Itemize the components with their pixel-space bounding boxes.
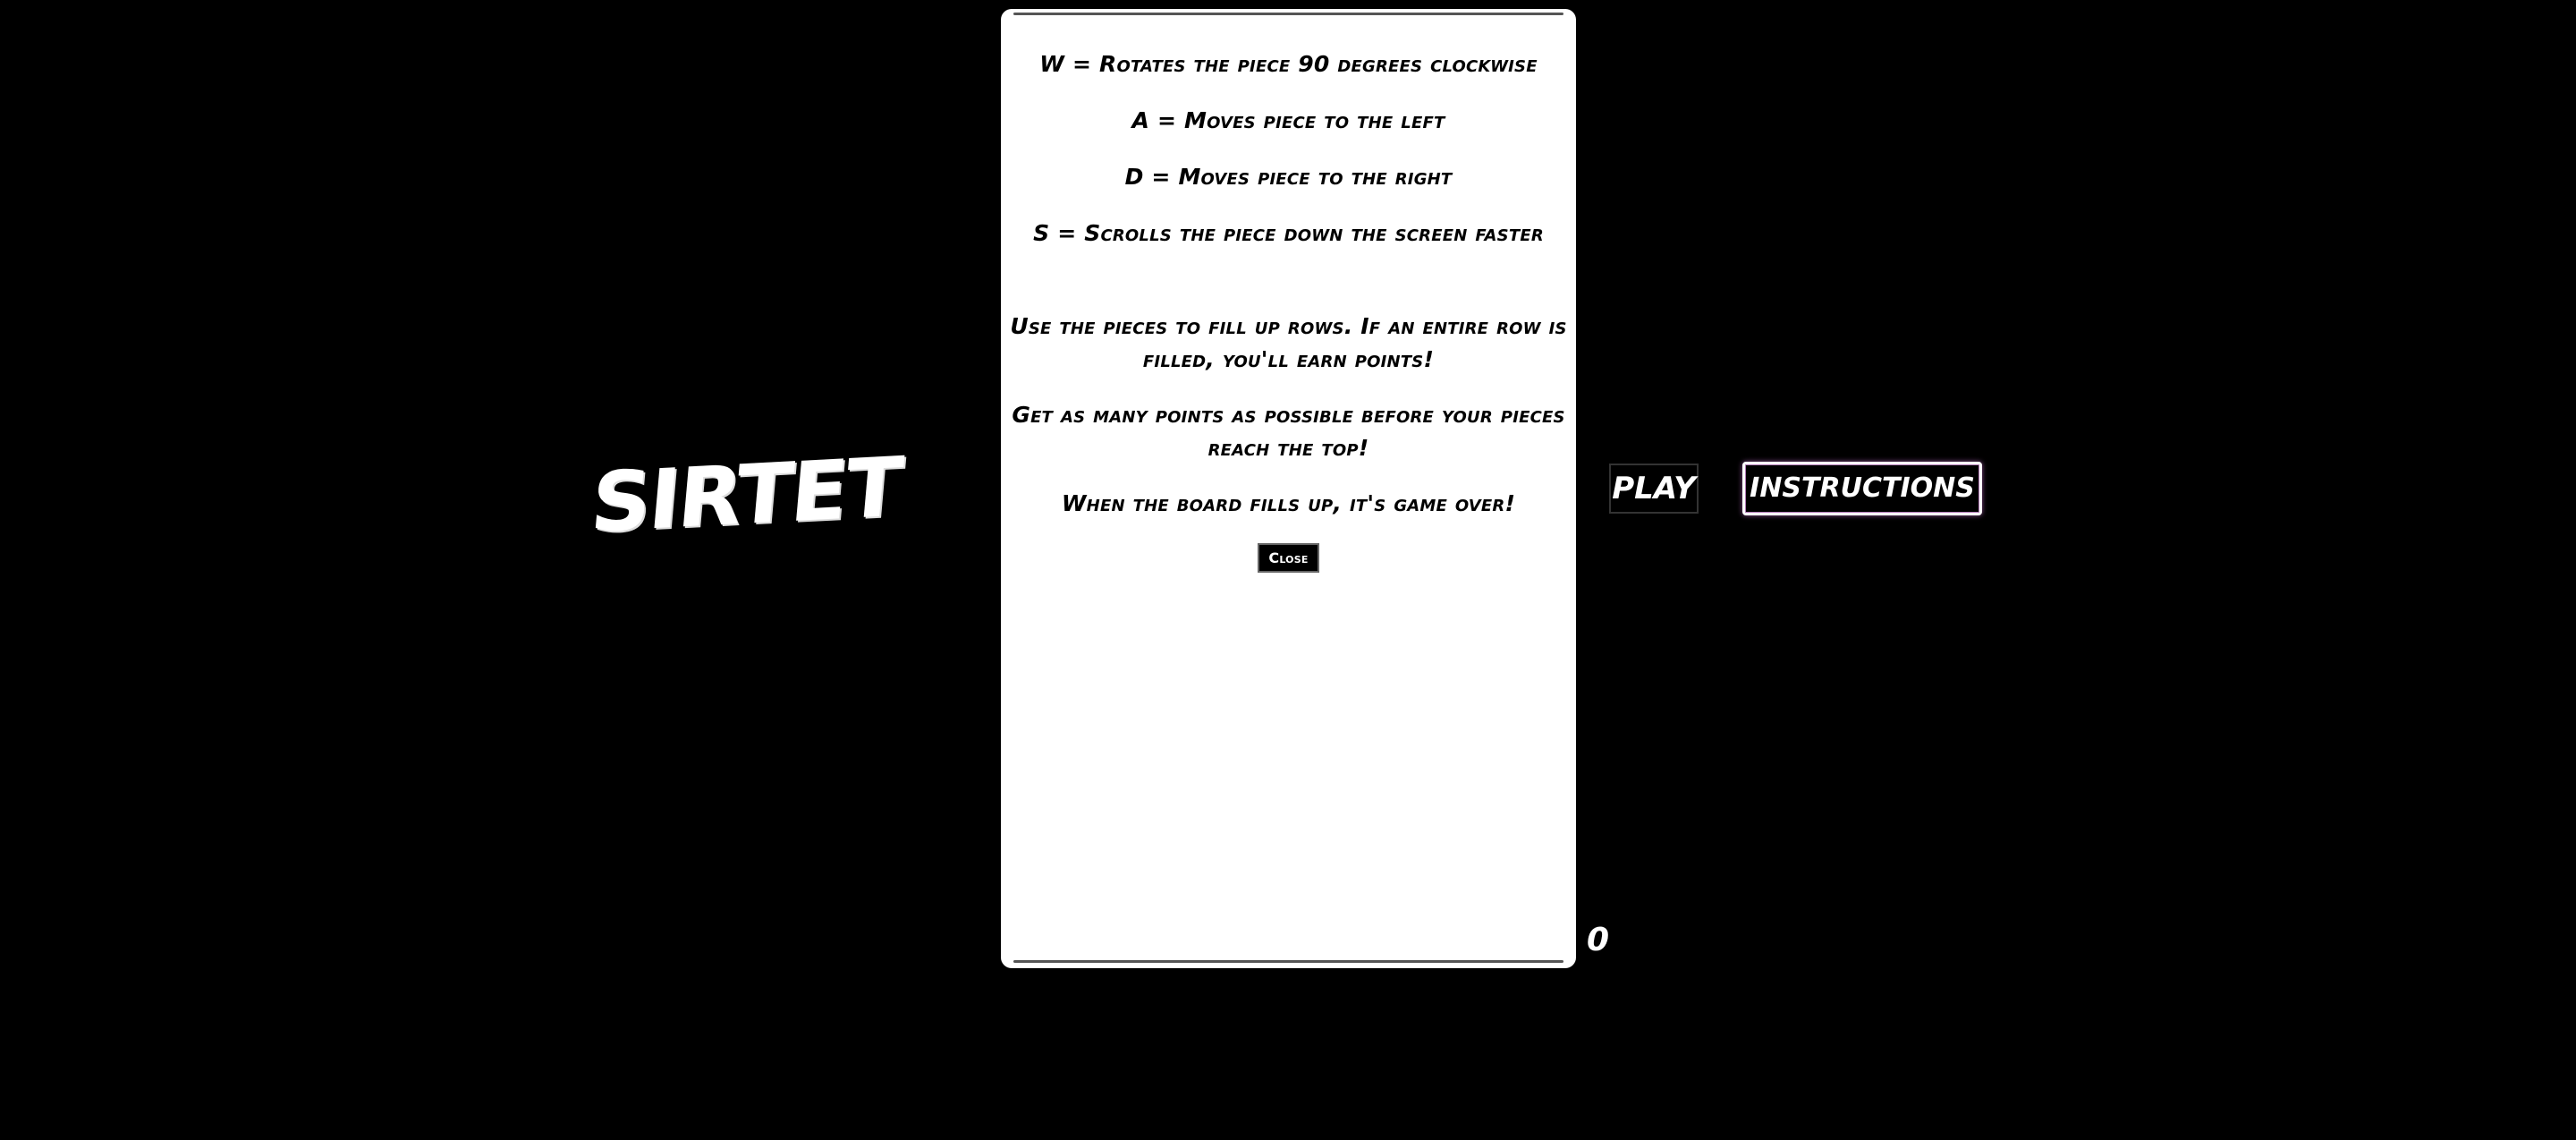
instructions-spacer: [1001, 261, 1576, 310]
play-button[interactable]: PLAY: [1609, 464, 1699, 514]
control-right: D = Moves piece to the right: [1124, 164, 1453, 190]
score-display: 0: [1587, 922, 1610, 958]
rule-max-points: Get as many points as possible before yo…: [1012, 402, 1565, 461]
instructions-button[interactable]: INSTRUCTIONS: [1742, 462, 1982, 515]
board-bottom-edge: [1013, 960, 1563, 963]
rule-game-over: When the board fills up, it's game over!: [1061, 490, 1516, 516]
rule-fill-rows: Use the pieces to fill up rows. If an en…: [1010, 313, 1567, 372]
control-rotate: W = Rotates the piece 90 degrees clockwi…: [1039, 51, 1538, 77]
game-screen: SIRTET W = Rotates the piece 90 degrees …: [0, 0, 2576, 1140]
control-down: S = Scrolls the piece down the screen fa…: [1033, 220, 1544, 246]
game-logo: SIRTET: [587, 438, 905, 551]
instructions-panel: W = Rotates the piece 90 degrees clockwi…: [1001, 36, 1576, 573]
control-left: A = Moves piece to the left: [1131, 107, 1445, 133]
close-button[interactable]: Close: [1258, 543, 1319, 573]
game-board: W = Rotates the piece 90 degrees clockwi…: [1001, 9, 1576, 968]
board-top-edge: [1013, 13, 1563, 15]
